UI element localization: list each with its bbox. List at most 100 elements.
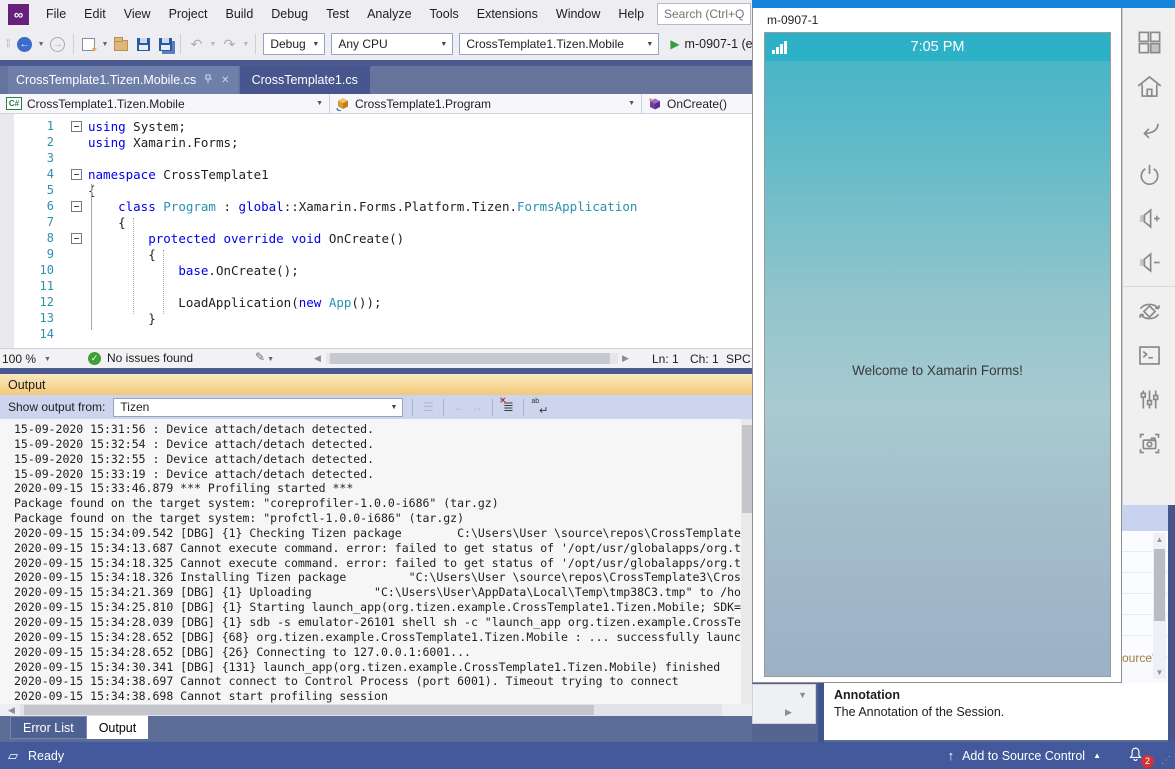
save-all-button[interactable] [155, 34, 175, 54]
code-line[interactable]: 12 LoadApplication(new App()); [0, 294, 637, 310]
solution-platform-dropdown[interactable]: Any CPU▼ [331, 33, 453, 55]
start-debugging-button[interactable]: ▶m-0907-1 (e [670, 37, 752, 51]
collapse-icon[interactable] [71, 169, 82, 180]
undo-button[interactable]: ↶ [186, 34, 206, 54]
code-line[interactable]: 13 } [0, 310, 637, 326]
scroll-left-arrow-icon[interactable]: ◀ [314, 353, 321, 364]
rotate-icon [1136, 298, 1163, 325]
fold-margin[interactable] [64, 233, 88, 244]
volume-up-button[interactable] [1129, 196, 1169, 240]
scrollbar-thumb[interactable] [1154, 549, 1165, 621]
scrollbar-thumb[interactable] [330, 353, 610, 364]
scroll-up-arrow-icon[interactable]: ▲ [1153, 535, 1166, 544]
menu-item-test[interactable]: Test [317, 0, 358, 28]
collapse-icon[interactable] [71, 121, 82, 132]
scrollbar-thumb[interactable] [24, 705, 594, 715]
volume-down-button[interactable] [1129, 240, 1169, 284]
code-line[interactable]: 14 [0, 326, 637, 342]
menu-item-tools[interactable]: Tools [421, 0, 468, 28]
menu-item-build[interactable]: Build [216, 0, 262, 28]
code-line[interactable]: 1using System; [0, 118, 637, 134]
panel-tab-error-list[interactable]: Error List [10, 716, 87, 739]
home-button[interactable] [1129, 64, 1169, 108]
code-cleanup-button[interactable]: ✎▼ [255, 350, 276, 364]
code-line[interactable]: 3 [0, 150, 637, 166]
scroll-down-arrow-icon[interactable]: ▼ [1153, 668, 1166, 677]
back-button[interactable] [1129, 108, 1169, 152]
new-project-button[interactable] [79, 34, 99, 54]
code-line[interactable]: 8 protected override void OnCreate() [0, 230, 637, 246]
grid-vertical-scrollbar[interactable]: ▲ ▼ [1153, 533, 1166, 679]
menu-item-window[interactable]: Window [547, 0, 609, 28]
code-line[interactable]: 2using Xamarin.Forms; [0, 134, 637, 150]
code-line[interactable]: 10 base.OnCreate(); [0, 262, 637, 278]
redo-button[interactable]: ↷ [219, 34, 239, 54]
previous-message-button[interactable]: ← [450, 398, 468, 416]
add-to-source-control-button[interactable]: Add to Source Control [962, 749, 1085, 763]
editor-zoom-dropdown[interactable]: 100 %▼ [2, 351, 54, 367]
code-line[interactable]: 7 { [0, 214, 637, 230]
new-project-caret-icon[interactable]: ▼ [102, 41, 109, 48]
collapse-icon[interactable] [71, 233, 82, 244]
navigate-backward-caret-icon[interactable]: ▼ [38, 41, 45, 48]
search-input[interactable] [657, 3, 751, 25]
editor-horizontal-scrollbar[interactable] [326, 353, 618, 364]
scrollbar-track[interactable] [20, 704, 722, 716]
notifications-button[interactable]: 2 [1127, 746, 1147, 766]
next-message-button[interactable]: → [468, 398, 486, 416]
clear-all-button[interactable]: ≣✕ [499, 398, 517, 416]
open-file-button[interactable] [111, 34, 131, 54]
code-line[interactable]: 6 class Program : global::Xamarin.Forms.… [0, 198, 637, 214]
project-dropdown[interactable]: C# CrossTemplate1.Tizen.Mobile ▼ [0, 94, 330, 113]
menu-item-analyze[interactable]: Analyze [358, 0, 420, 28]
type-dropdown[interactable]: CrossTemplate1.Program ▼ [330, 94, 642, 113]
document-tabs: CrossTemplate1.Tizen.Mobile.cs✕CrossTemp… [8, 66, 370, 94]
code-line[interactable]: 5{ [0, 182, 637, 198]
controller-button[interactable] [1129, 377, 1169, 421]
toggle-word-wrap-button[interactable]: ab↵ [530, 398, 548, 416]
apps-button[interactable] [1129, 20, 1169, 64]
find-message-button[interactable]: ☰ [419, 398, 437, 416]
resize-grip-icon[interactable]: ⋰ [1161, 755, 1171, 766]
screenshot-button[interactable] [1129, 421, 1169, 465]
code-line[interactable]: 11 [0, 278, 637, 294]
solution-configuration-dropdown[interactable]: Debug▼ [263, 33, 325, 55]
navigate-forward-button[interactable]: → [48, 34, 68, 54]
fold-margin[interactable] [64, 201, 88, 212]
fold-margin[interactable] [64, 121, 88, 132]
menu-item-project[interactable]: Project [160, 0, 217, 28]
rotate-button[interactable] [1129, 289, 1169, 333]
code-line[interactable]: 9 { [0, 246, 637, 262]
document-tab[interactable]: CrossTemplate1.cs [240, 66, 370, 94]
emulator-window[interactable]: m-0907-1 7:05 PM Welcome to Xamarin Form… [752, 8, 1122, 683]
menu-item-edit[interactable]: Edit [75, 0, 115, 28]
collapsed-dropdown[interactable]: ▼ ▶ [752, 684, 816, 724]
menu-item-view[interactable]: View [115, 0, 160, 28]
scroll-right-arrow-icon[interactable]: ▶ [622, 353, 629, 364]
panel-tab-output[interactable]: Output [87, 716, 149, 739]
issues-indicator[interactable]: ✓No issues found [88, 351, 193, 365]
menu-item-file[interactable]: File [37, 0, 75, 28]
shell-button[interactable] [1129, 333, 1169, 377]
scroll-left-arrow-icon[interactable]: ◀ [8, 705, 15, 716]
redo-caret-icon[interactable]: ▼ [242, 41, 249, 48]
fold-margin[interactable] [64, 169, 88, 180]
emulator-phone-screen[interactable]: 7:05 PM Welcome to Xamarin Forms! [764, 32, 1111, 677]
save-button[interactable] [133, 34, 153, 54]
power-button[interactable] [1129, 152, 1169, 196]
startup-project-dropdown[interactable]: CrossTemplate1.Tizen.Mobile▼ [459, 33, 659, 55]
pin-icon[interactable] [204, 74, 213, 87]
toolbar-grip-icon[interactable]: ⁞⁞ [6, 39, 10, 50]
menu-item-debug[interactable]: Debug [262, 0, 317, 28]
undo-caret-icon[interactable]: ▼ [209, 41, 216, 48]
document-tab[interactable]: CrossTemplate1.Tizen.Mobile.cs✕ [8, 66, 238, 94]
navigate-backward-button[interactable]: ← [15, 34, 35, 54]
chevron-up-icon[interactable]: ▲ [1093, 751, 1101, 760]
close-icon[interactable]: ✕ [221, 75, 229, 86]
menu-item-help[interactable]: Help [609, 0, 653, 28]
code-line[interactable]: 4namespace CrossTemplate1 [0, 166, 637, 182]
collapse-icon[interactable] [71, 201, 82, 212]
output-source-dropdown[interactable]: Tizen▼ [113, 398, 403, 417]
menu-item-extensions[interactable]: Extensions [468, 0, 547, 28]
scrollbar-thumb[interactable] [742, 425, 752, 513]
